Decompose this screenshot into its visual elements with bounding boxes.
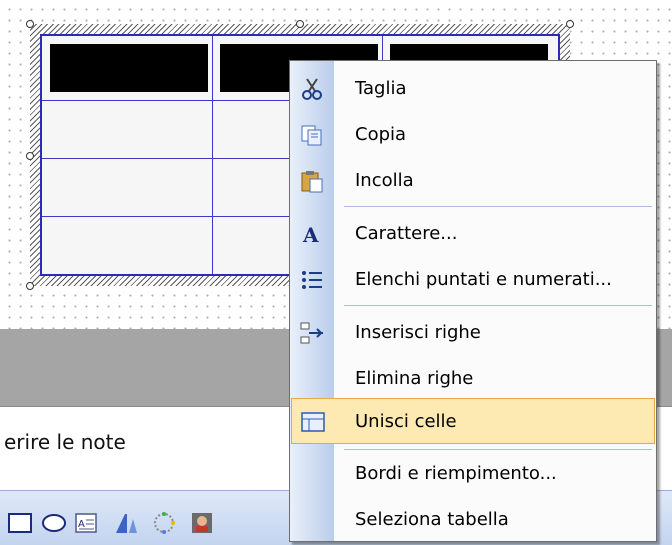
menu-item-label: Incolla: [355, 170, 414, 191]
menu-separator: [344, 449, 652, 450]
text-box-icon[interactable]: A: [72, 510, 100, 536]
menu-item-label: Elimina righe: [355, 368, 474, 389]
font-icon: A: [299, 221, 325, 247]
oval-icon[interactable]: [40, 510, 68, 536]
resize-handle[interactable]: [26, 282, 34, 290]
resize-handle[interactable]: [566, 20, 574, 28]
menu-item-carattere[interactable]: A Carattere...: [291, 211, 655, 257]
merge-cells-icon: [300, 409, 326, 435]
menu-item-elenchi[interactable]: Elenchi puntati e numerati...: [291, 257, 655, 303]
clip-art-icon[interactable]: [188, 510, 216, 536]
diagram-icon[interactable]: [150, 510, 178, 536]
resize-handle[interactable]: [296, 20, 304, 28]
menu-item-label: Carattere...: [355, 223, 458, 244]
menu-item-incolla[interactable]: Incolla: [291, 158, 655, 204]
insert-rows-icon: [299, 320, 325, 346]
table-column-divider: [212, 36, 213, 274]
rectangle-icon[interactable]: [6, 510, 34, 536]
menu-item-label: Unisci celle: [355, 411, 457, 432]
menu-item-bordi-riempimento[interactable]: Bordi e riempimento...: [291, 451, 655, 497]
menu-item-label: Elenchi puntati e numerati...: [355, 269, 612, 290]
notes-placeholder[interactable]: erire le note: [4, 430, 126, 454]
bullets-numbering-icon: [299, 267, 325, 293]
menu-item-label: Seleziona tabella: [355, 509, 509, 530]
menu-item-copia[interactable]: Copia: [291, 112, 655, 158]
menu-item-label: Taglia: [355, 78, 407, 99]
table-header-cell[interactable]: [50, 44, 208, 92]
svg-text:A: A: [78, 519, 85, 530]
context-menu: Taglia Copia Incolla A Carattere... Elen…: [289, 60, 657, 542]
paste-icon: [299, 168, 325, 194]
svg-text:A: A: [302, 223, 319, 246]
menu-item-elimina-righe[interactable]: Elimina righe: [291, 356, 655, 402]
menu-item-label: Copia: [355, 124, 407, 145]
wordart-icon[interactable]: [112, 510, 140, 536]
menu-item-inserisci-righe[interactable]: Inserisci righe: [291, 310, 655, 356]
menu-item-seleziona-tabella[interactable]: Seleziona tabella: [291, 497, 655, 543]
menu-item-taglia[interactable]: Taglia: [291, 66, 655, 112]
copy-icon: [299, 122, 325, 148]
menu-item-label: Bordi e riempimento...: [355, 463, 557, 484]
scissors-icon: [299, 76, 325, 102]
menu-item-label: Inserisci righe: [355, 322, 481, 343]
resize-handle[interactable]: [26, 20, 34, 28]
resize-handle[interactable]: [26, 152, 34, 160]
menu-separator: [344, 206, 652, 207]
menu-item-unisci-celle[interactable]: Unisci celle: [291, 398, 655, 444]
menu-separator: [344, 305, 652, 306]
